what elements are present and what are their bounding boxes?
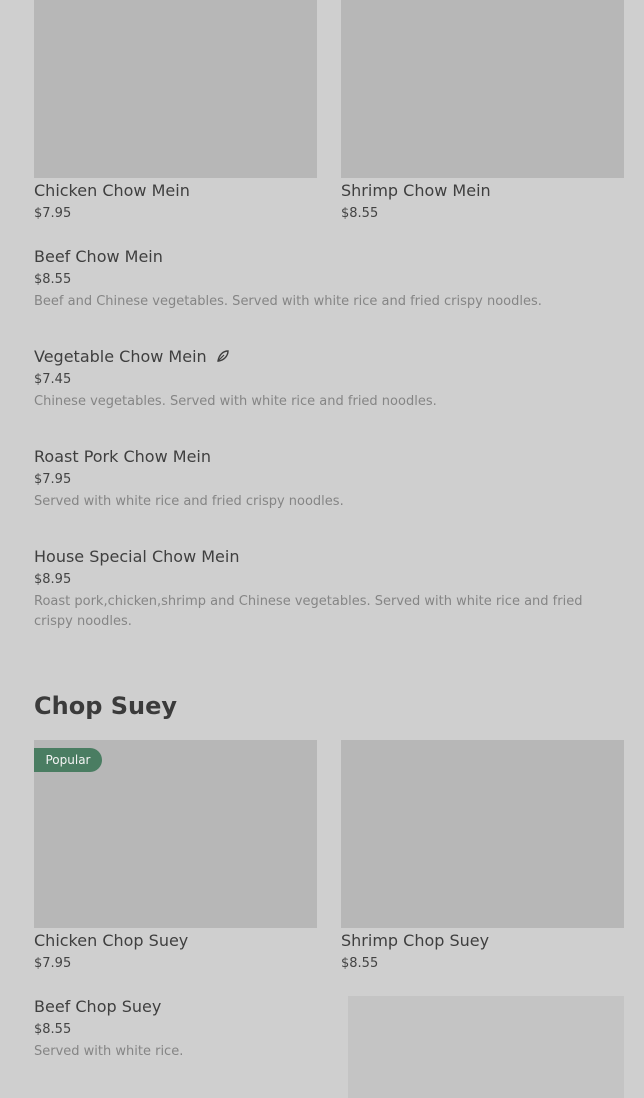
item-description: Served with white rice and fried crispy …: [34, 494, 344, 509]
item-title: House Special Chow Mein: [34, 547, 240, 566]
card-price: $7.95: [34, 206, 72, 221]
item-price: $7.95: [34, 472, 72, 487]
card-price: $8.55: [341, 206, 379, 221]
item-price: $8.55: [34, 272, 72, 287]
card-price: $8.55: [341, 956, 379, 971]
item-title: Roast Pork Chow Mein: [34, 447, 211, 466]
leaf-icon: [216, 350, 229, 362]
item-price: $7.45: [34, 372, 72, 387]
menu-item-roast-pork-chow-mein[interactable]: Roast Pork Chow Mein $7.95 Served with w…: [34, 447, 624, 512]
shrimp-chow-mein-image[interactable]: [341, 0, 624, 178]
menu-item-beef-chop-suey[interactable]: Beef Chop Suey $8.55 Served with white r…: [34, 997, 324, 1062]
card-title[interactable]: Shrimp Chop Suey: [341, 931, 489, 951]
item-title: Beef Chop Suey: [34, 997, 162, 1016]
card-price: $7.95: [34, 956, 72, 971]
item-title: Vegetable Chow Mein: [34, 347, 207, 366]
card-title[interactable]: Shrimp Chow Mein: [341, 181, 491, 201]
popular-badge: Popular: [34, 748, 102, 772]
item-description: Roast pork,chicken,shrimp and Chinese ve…: [34, 594, 583, 629]
item-title-row: Vegetable Chow Mein: [34, 347, 624, 367]
item-description: Chinese vegetables. Served with white ri…: [34, 394, 437, 409]
item-title: Beef Chow Mein: [34, 247, 163, 266]
beef-chop-suey-image[interactable]: [348, 996, 624, 1098]
menu-item-beef-chow-mein[interactable]: Beef Chow Mein $8.55 Beef and Chinese ve…: [34, 247, 624, 312]
card-title[interactable]: Chicken Chow Mein: [34, 181, 190, 201]
menu-page: Chicken Chow Mein $7.95 Shrimp Chow Mein…: [0, 0, 644, 1098]
chicken-chow-mein-image[interactable]: [34, 0, 317, 178]
item-price: $8.55: [34, 1022, 72, 1037]
shrimp-chop-suey-image[interactable]: [341, 740, 624, 928]
item-description: Served with white rice.: [34, 1044, 184, 1059]
item-price: $8.95: [34, 572, 72, 587]
menu-item-vegetable-chow-mein[interactable]: Vegetable Chow Mein $7.45 Chinese vegeta…: [34, 347, 624, 412]
section-heading: Chop Suey: [34, 692, 178, 720]
menu-item-house-special-chow-mein[interactable]: House Special Chow Mein $8.95 Roast pork…: [34, 547, 624, 632]
card-title[interactable]: Chicken Chop Suey: [34, 931, 188, 951]
item-description: Beef and Chinese vegetables. Served with…: [34, 294, 542, 309]
